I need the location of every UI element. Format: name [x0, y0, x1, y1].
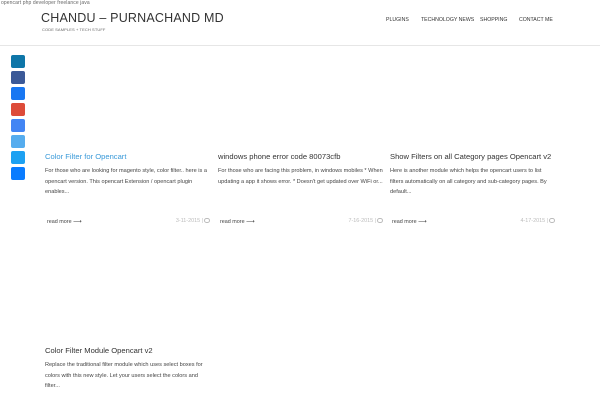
read-more-label: read more: [392, 219, 417, 225]
nav-item-plugins[interactable]: PLUGINS: [386, 17, 409, 23]
read-more-link[interactable]: read more ⟶: [392, 218, 427, 225]
read-more-link[interactable]: read more ⟶: [220, 218, 255, 225]
messenger-icon[interactable]: [11, 167, 25, 180]
social-share-bar: [11, 55, 25, 183]
post-card: Color Filter for Opencart For those who …: [45, 152, 210, 228]
post-date: 4-17-2015 |: [520, 218, 548, 224]
linkedin-icon[interactable]: [11, 55, 25, 68]
post-title-link[interactable]: Show Filters on all Category pages Openc…: [390, 152, 555, 161]
google-icon[interactable]: [11, 119, 25, 132]
google-plus-icon[interactable]: [11, 103, 25, 116]
arrow-right-icon: ⟶: [418, 219, 427, 225]
post-footer: read more ⟶ 7-16-2015 |: [218, 218, 383, 228]
read-more-link[interactable]: read more ⟶: [47, 218, 82, 225]
post-footer: read more ⟶ 3-11-2015 |: [45, 218, 210, 228]
site-title-link[interactable]: CHANDU – PURNACHAND MD: [41, 11, 224, 25]
post-footer: read more ⟶ 4-17-2015 |: [390, 218, 555, 228]
read-more-label: read more: [220, 219, 245, 225]
twitter-icon[interactable]: [11, 135, 25, 148]
post-meta: 7-16-2015 |: [349, 218, 383, 224]
post-title-link[interactable]: windows phone error code 80073cfb: [218, 152, 383, 161]
post-meta: 3-11-2015 |: [176, 218, 210, 224]
post-card: Color Filter Module Opencart v2 Replace …: [45, 346, 210, 400]
read-more-label: read more: [47, 219, 72, 225]
site-tagline: CODE SAMPLES + TECH STUFF: [42, 27, 106, 32]
post-date: 3-11-2015 |: [175, 218, 203, 224]
nav-item-shopping[interactable]: SHOPPING: [480, 17, 507, 23]
post-card: Show Filters on all Category pages Openc…: [390, 152, 555, 228]
post-title-link[interactable]: Color Filter for Opencart: [45, 152, 210, 161]
nav-item-contact-me[interactable]: CONTACT ME: [519, 17, 553, 23]
post-excerpt: Replace the traditional filter module wh…: [45, 362, 203, 389]
post-meta: 4-17-2015 |: [521, 218, 555, 224]
arrow-right-icon: ⟶: [246, 219, 255, 225]
comment-icon[interactable]: [204, 218, 210, 224]
comment-icon[interactable]: [549, 218, 555, 224]
post-excerpt: Here is another module which helps the o…: [390, 168, 547, 195]
share-icon[interactable]: [11, 87, 25, 100]
post-excerpt: For those who are looking for magento st…: [45, 168, 207, 195]
site-header: CHANDU – PURNACHAND MD CODE SAMPLES + TE…: [0, 0, 600, 46]
post-card: windows phone error code 80073cfb For th…: [218, 152, 383, 228]
comment-icon[interactable]: [377, 218, 383, 224]
arrow-right-icon: ⟶: [73, 219, 82, 225]
post-date: 7-16-2015 |: [348, 218, 376, 224]
nav-item-technology-news[interactable]: TECHNOLOGY NEWS: [421, 17, 474, 23]
post-title-link[interactable]: Color Filter Module Opencart v2: [45, 346, 210, 355]
post-excerpt: For those who are facing this problem, i…: [218, 168, 383, 185]
facebook-icon[interactable]: [11, 71, 25, 84]
share-alt-icon[interactable]: [11, 151, 25, 164]
